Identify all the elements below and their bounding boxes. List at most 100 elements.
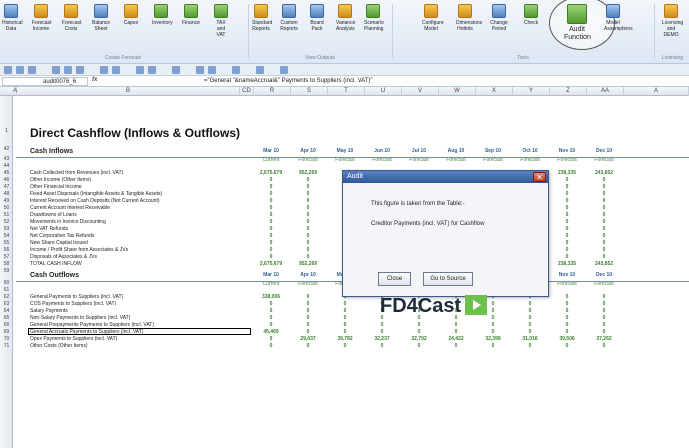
column-header[interactable]: B [17,87,240,96]
column-header[interactable]: V [402,87,439,96]
column-header[interactable]: AA [587,87,624,96]
model-assumptions-button[interactable]: Model Assumptions [604,4,633,32]
sum-icon[interactable] [100,66,108,74]
cell-value: 0 [269,184,273,190]
cell-value: 0 [602,219,606,225]
column-header[interactable]: W [439,87,476,96]
print-icon[interactable] [52,66,60,74]
period-status: Current [262,281,280,287]
ribbon-separator [654,4,655,58]
row-label: Other Financial Income [30,184,82,190]
row-number: 47 [3,184,10,190]
balance-sheet-button[interactable]: Balance Sheet [92,4,110,32]
sort-icon[interactable] [196,66,204,74]
column-header[interactable]: U [365,87,402,96]
period-status: Forecast [298,281,318,287]
change-period-button[interactable]: Change Period [490,4,508,32]
configure-model-button[interactable]: Configure Model [422,4,444,32]
variance-analysis-button[interactable]: Variance Analysis [336,4,355,32]
borders-icon[interactable] [172,66,180,74]
group-label-view-outputs: View Outputs [305,55,335,61]
row-number: 70 [3,336,10,342]
cell-value: 0 [306,315,310,321]
scenario-planning-button[interactable]: Scenario Planning [364,4,384,32]
cell-value: 0 [528,329,532,335]
row-number: 71 [3,343,10,349]
cell-value: 29,437 [300,336,316,342]
paste-icon[interactable] [76,66,84,74]
cell-value: 0 [380,343,384,349]
fill-color-icon[interactable] [136,66,144,74]
filter-icon[interactable] [208,66,216,74]
cell-value: 238,335 [557,170,577,176]
cell-value: 238,335 [557,261,577,267]
cell-value: 0 [306,308,310,314]
cell-value: 0 [269,322,273,328]
custom-reports-button[interactable]: Custom Reports [280,4,298,32]
toolbar [0,64,689,76]
capex-button[interactable]: Capex [122,4,140,26]
save-icon[interactable] [4,66,12,74]
cell-value: 0 [602,240,606,246]
period-status: Forecast [594,157,614,163]
tax-and-vat-button[interactable]: TAX and VAT [212,4,230,38]
options-icon[interactable] [280,66,288,74]
ribbon: Historical Data Forecast Income Forecast… [0,0,689,64]
column-header[interactable]: Z [550,87,587,96]
cell-value: 0 [306,212,310,218]
forecast-income-button[interactable]: Forecast Income [32,4,51,32]
name-box[interactable]: audit0076_6 [2,77,88,86]
column-header[interactable]: R [254,87,291,96]
month-header: Sep 10 [484,148,502,154]
dimensions-button[interactable]: Dimensions Hottots [456,4,482,32]
formula-input[interactable]: ="General "&nameAccrual&" Payments to Su… [204,77,373,85]
cell-value: 0 [602,329,606,335]
fx-icon[interactable]: fx [92,77,97,83]
licensing-button[interactable]: Licensing and DEMO [662,4,683,38]
column-header[interactable]: T [328,87,365,96]
column-header[interactable]: Y [513,87,550,96]
cell-value: 0 [269,315,273,321]
zoom-icon[interactable] [232,66,240,74]
forecast-costs-button[interactable]: Forecast Costs [62,4,81,32]
inventory-button[interactable]: Inventory [152,4,173,26]
column-header[interactable]: S [291,87,328,96]
cell-value: 0 [343,315,347,321]
row-number: 60 [3,280,10,286]
copy-icon[interactable] [64,66,72,74]
month-header: Oct 10 [522,148,538,154]
column-header[interactable]: CD [240,87,254,96]
cell-value: 0 [343,343,347,349]
custom-reports-icon [282,4,296,18]
cell-value: 0 [343,308,347,314]
font-color-icon[interactable] [148,66,156,74]
close-icon[interactable]: ✕ [533,172,546,182]
audit-function-button[interactable]: Audit Function [564,4,591,42]
cell-value: 0 [602,184,606,190]
cell-value: 0 [565,294,569,300]
outflows-heading: Cash Outflows [30,272,80,279]
chart-icon[interactable] [256,66,264,74]
check-button[interactable]: Check [522,4,540,26]
cell-value: 0 [380,329,384,335]
go-to-source-button[interactable]: Go to Source [423,272,473,286]
column-header[interactable]: A [624,87,689,96]
cell-value: 2,675,679 [259,170,283,176]
finance-button[interactable]: Finance [182,4,200,26]
cell-value: 243,852 [594,261,614,267]
cell-value: 0 [306,205,310,211]
column-header[interactable]: X [476,87,513,96]
licensing-icon [664,4,678,18]
page-title: Direct Cashflow (Inflows & Outflows) [30,126,241,140]
standard-reports-button[interactable]: Standard Reports [252,4,272,32]
row-number: 66 [3,322,10,328]
undo-icon[interactable] [16,66,24,74]
board-pack-button[interactable]: Board Pack [308,4,326,32]
cell-value: 0 [454,322,458,328]
close-button[interactable]: Close [378,272,411,286]
cell-value: 0 [306,198,310,204]
redo-icon[interactable] [28,66,36,74]
historical-data-button[interactable]: Historical Data [2,4,23,32]
cell-value: 0 [565,219,569,225]
bold-icon[interactable] [112,66,120,74]
